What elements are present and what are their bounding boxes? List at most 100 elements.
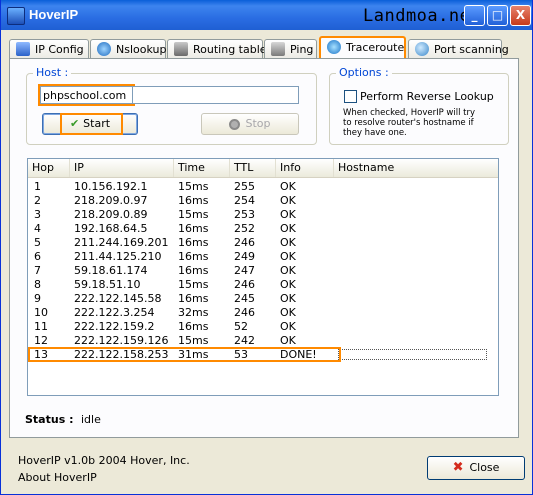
cell-ttl: 245 — [234, 292, 255, 305]
cell-time: 16ms — [178, 194, 209, 207]
cell-ip: 222.122.159.2 — [74, 320, 155, 333]
cell-time: 32ms — [178, 306, 209, 319]
cell-ip: 211.44.125.210 — [74, 250, 162, 263]
cell-hop: 12 — [34, 334, 48, 347]
tab-ip-config[interactable]: IP Config — [9, 39, 89, 58]
cell-ttl: 246 — [234, 236, 255, 249]
cell-ttl: 255 — [234, 180, 255, 193]
network-icon — [174, 42, 188, 56]
cell-info: OK — [280, 278, 296, 291]
table-row[interactable]: 1 10.156.192.1 15ms 255 OK — [28, 180, 498, 193]
table-row[interactable]: 9 222.122.145.58 16ms 245 OK — [28, 292, 498, 305]
tab-label: Port scanning — [434, 43, 509, 56]
cell-ttl: 246 — [234, 306, 255, 319]
tab-ping[interactable]: Ping — [264, 39, 317, 58]
cell-ttl: 254 — [234, 194, 255, 207]
magnifier-icon — [415, 42, 429, 56]
column-time[interactable]: Time — [174, 159, 230, 177]
host-input[interactable]: phpschool.com — [38, 84, 135, 106]
cell-ttl: 253 — [234, 208, 255, 221]
table-row[interactable]: 6 211.44.125.210 16ms 249 OK — [28, 250, 498, 263]
close-button[interactable]: ✖ Close — [427, 456, 525, 480]
table-row[interactable]: 11 222.122.159.2 16ms 52 OK — [28, 320, 498, 333]
stop-label: Stop — [245, 117, 271, 130]
cell-info: OK — [280, 264, 296, 277]
maximize-button[interactable]: □ — [487, 5, 508, 26]
status-value: idle — [80, 413, 101, 426]
close-label: Close — [469, 461, 500, 474]
cell-time: 15ms — [178, 208, 209, 221]
tab-nslookup[interactable]: Nslookup — [90, 39, 166, 58]
title-bar[interactable]: HoverIP Landmoa.net _ □ X — [1, 0, 532, 30]
reverse-lookup-checkbox[interactable] — [344, 90, 357, 103]
app-icon — [7, 7, 25, 25]
table-row[interactable]: 12 222.122.159.126 15ms 242 OK — [28, 334, 498, 347]
focus-rect — [338, 349, 487, 360]
cell-hop: 11 — [34, 320, 48, 333]
cell-info: OK — [280, 306, 296, 319]
options-description: When checked, HoverIP will try to resolv… — [343, 108, 475, 138]
table-row[interactable]: 3 218.209.0.89 15ms 253 OK — [28, 208, 498, 221]
start-button[interactable]: ✔ Start — [42, 113, 138, 135]
cell-ttl: 246 — [234, 278, 255, 291]
globe-route-icon — [327, 40, 341, 54]
cell-ttl: 247 — [234, 264, 255, 277]
cell-ip: 222.122.159.126 — [74, 334, 169, 347]
cell-hop: 6 — [34, 250, 41, 263]
column-hop[interactable]: Hop — [28, 159, 70, 177]
cell-hop: 9 — [34, 292, 41, 305]
column-ip[interactable]: IP — [70, 159, 174, 177]
cell-ip: 192.168.64.5 — [74, 222, 148, 235]
cell-hop: 2 — [34, 194, 41, 207]
column-hostname[interactable]: Hostname — [334, 159, 498, 177]
stop-button[interactable]: Stop — [201, 113, 299, 135]
table-row[interactable]: 2 218.209.0.97 16ms 254 OK — [28, 194, 498, 207]
table-row[interactable]: 4 192.168.64.5 16ms 252 OK — [28, 222, 498, 235]
cell-info: OK — [280, 334, 296, 347]
close-window-button[interactable]: X — [510, 5, 531, 26]
selected-row-highlight — [28, 347, 341, 362]
cell-ttl: 252 — [234, 222, 255, 235]
tab-traceroute[interactable]: Traceroute — [319, 36, 406, 59]
table-row[interactable]: 7 59.18.61.174 16ms 247 OK — [28, 264, 498, 277]
tab-label: Nslookup — [116, 43, 167, 56]
minimize-button[interactable]: _ — [464, 5, 485, 26]
tab-label: Routing table — [193, 43, 267, 56]
app-window: HoverIP Landmoa.net _ □ X IP Config Nslo… — [0, 0, 533, 495]
table-row[interactable]: 5 211.244.169.201 16ms 246 OK — [28, 236, 498, 249]
tab-routing-table[interactable]: Routing table — [167, 39, 267, 58]
tab-label: IP Config — [35, 43, 84, 56]
cell-info: OK — [280, 250, 296, 263]
description-line: they have one. — [343, 128, 407, 138]
tab-label: Traceroute — [346, 41, 405, 54]
about-link[interactable]: About HoverIP — [18, 471, 97, 484]
cell-info: OK — [280, 194, 296, 207]
column-ttl[interactable]: TTL — [230, 159, 276, 177]
column-info[interactable]: Info — [276, 159, 334, 177]
cell-info: OK — [280, 292, 296, 305]
copyright-text: HoverIP v1.0b 2004 Hover, Inc. — [18, 454, 190, 467]
cell-time: 15ms — [178, 180, 209, 193]
host-legend: Host : — [33, 66, 72, 79]
cell-ip: 222.122.145.58 — [74, 292, 162, 305]
results-header: Hop IP Time TTL Info Hostname — [28, 159, 498, 178]
cell-time: 16ms — [178, 236, 209, 249]
cell-info: OK — [280, 208, 296, 221]
table-row[interactable]: 8 59.18.51.10 15ms 246 OK — [28, 278, 498, 291]
start-highlight — [60, 113, 123, 135]
cell-info: OK — [280, 180, 296, 193]
cell-ip: 218.209.0.89 — [74, 208, 148, 221]
cell-hop: 8 — [34, 278, 41, 291]
status-bar: Status : idle — [25, 413, 101, 426]
reverse-lookup-label[interactable]: Perform Reverse Lookup — [360, 90, 494, 103]
cell-hop: 10 — [34, 306, 48, 319]
host-input-extension[interactable] — [133, 86, 299, 104]
cell-time: 16ms — [178, 320, 209, 333]
tab-port-scanning[interactable]: Port scanning — [408, 39, 509, 58]
description-line: to resolve router's hostname if — [343, 118, 474, 128]
cell-time: 16ms — [178, 222, 209, 235]
cell-hop: 4 — [34, 222, 41, 235]
table-row[interactable]: 10 222.122.3.254 32ms 246 OK — [28, 306, 498, 319]
stop-icon — [229, 119, 241, 130]
traceroute-results-list[interactable]: Hop IP Time TTL Info Hostname 1 10.156.19… — [27, 158, 499, 396]
